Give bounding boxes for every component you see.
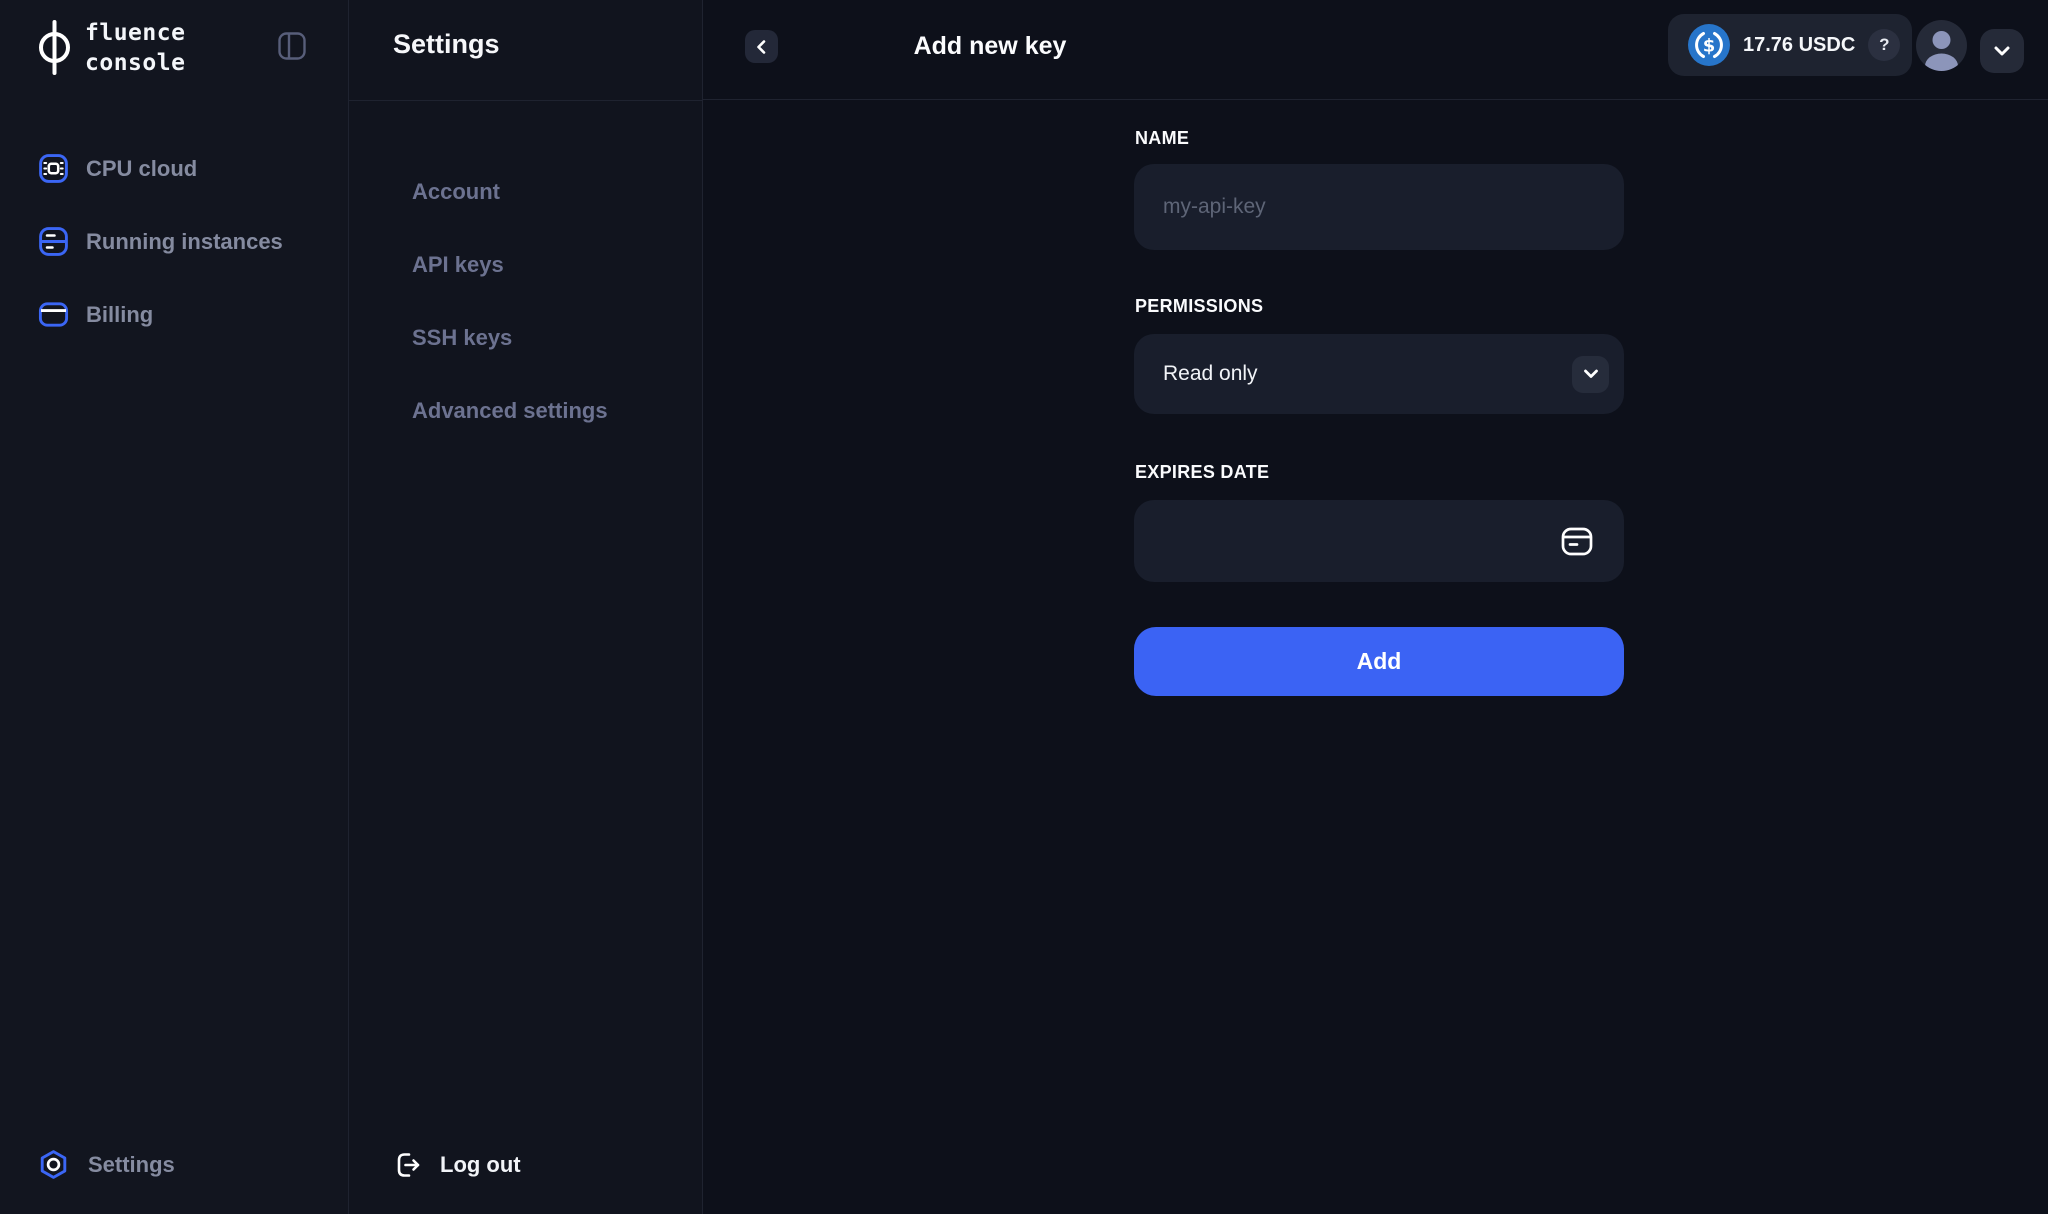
sidebar-item-cpu-cloud[interactable]: CPU cloud xyxy=(0,132,348,205)
sidebar-nav: CPU cloud Running instances Billing xyxy=(0,132,348,351)
permissions-label: PERMISSIONS xyxy=(1135,296,1263,317)
sidebar-item-billing[interactable]: Billing xyxy=(0,278,348,351)
page-title: Add new key xyxy=(914,32,1067,61)
usdc-coin-icon: $ xyxy=(1688,24,1730,66)
panel-header-divider xyxy=(349,100,702,101)
logout-button[interactable]: Log out xyxy=(393,1150,521,1180)
main-content: Add new key $ 17.76 USDC ? xyxy=(703,0,2048,1214)
brand-name: fluence console xyxy=(85,18,185,78)
sidebar-item-label: CPU cloud xyxy=(86,156,197,182)
panel-title: Settings xyxy=(393,29,500,60)
sidebar-item-label: Running instances xyxy=(86,229,283,255)
sidebar: fluence console CPU cloud xyxy=(0,0,349,1214)
settings-hexagon-icon xyxy=(38,1149,69,1180)
sidebar-item-settings[interactable]: Settings xyxy=(38,1149,175,1180)
chevron-left-icon xyxy=(753,38,771,56)
fluence-phi-icon xyxy=(36,20,73,75)
chevron-down-icon xyxy=(1992,41,2012,61)
balance-pill[interactable]: $ 17.76 USDC ? xyxy=(1668,14,1912,76)
settings-panel: Settings Account API keys SSH keys Advan… xyxy=(349,0,703,1214)
settings-link-api-keys[interactable]: API keys xyxy=(412,228,608,301)
sidebar-item-label: Settings xyxy=(88,1152,175,1178)
server-stack-icon xyxy=(38,226,69,257)
logout-label: Log out xyxy=(440,1152,521,1178)
back-button[interactable] xyxy=(745,30,778,63)
svg-text:$: $ xyxy=(1703,36,1716,57)
credit-card-icon xyxy=(38,299,69,330)
add-button[interactable]: Add xyxy=(1134,627,1624,696)
name-input[interactable] xyxy=(1134,164,1624,250)
settings-link-account[interactable]: Account xyxy=(412,155,608,228)
help-button[interactable]: ? xyxy=(1868,29,1900,61)
brand-logo[interactable]: fluence console xyxy=(36,20,185,78)
logout-icon xyxy=(393,1150,423,1180)
balance-amount: 17.76 USDC xyxy=(1743,34,1855,57)
expires-date-label: EXPIRES DATE xyxy=(1135,462,1269,483)
permissions-selected-value: Read only xyxy=(1163,362,1572,386)
sidebar-collapse-icon[interactable] xyxy=(276,30,308,62)
expires-date-field xyxy=(1134,500,1624,582)
sidebar-item-running-instances[interactable]: Running instances xyxy=(0,205,348,278)
calendar-icon[interactable] xyxy=(1558,522,1596,560)
person-icon xyxy=(1916,20,1967,71)
cpu-icon xyxy=(38,153,69,184)
name-label: NAME xyxy=(1135,128,1189,149)
settings-links: Account API keys SSH keys Advanced setti… xyxy=(412,155,608,447)
expires-date-input[interactable] xyxy=(1134,500,1624,582)
settings-link-advanced-settings[interactable]: Advanced settings xyxy=(412,374,608,447)
user-menu-button[interactable] xyxy=(1980,29,2024,73)
chevron-down-icon xyxy=(1572,356,1609,393)
user-avatar[interactable] xyxy=(1916,20,1967,71)
sidebar-item-label: Billing xyxy=(86,302,153,328)
settings-link-ssh-keys[interactable]: SSH keys xyxy=(412,301,608,374)
permissions-select[interactable]: Read only xyxy=(1134,334,1624,414)
